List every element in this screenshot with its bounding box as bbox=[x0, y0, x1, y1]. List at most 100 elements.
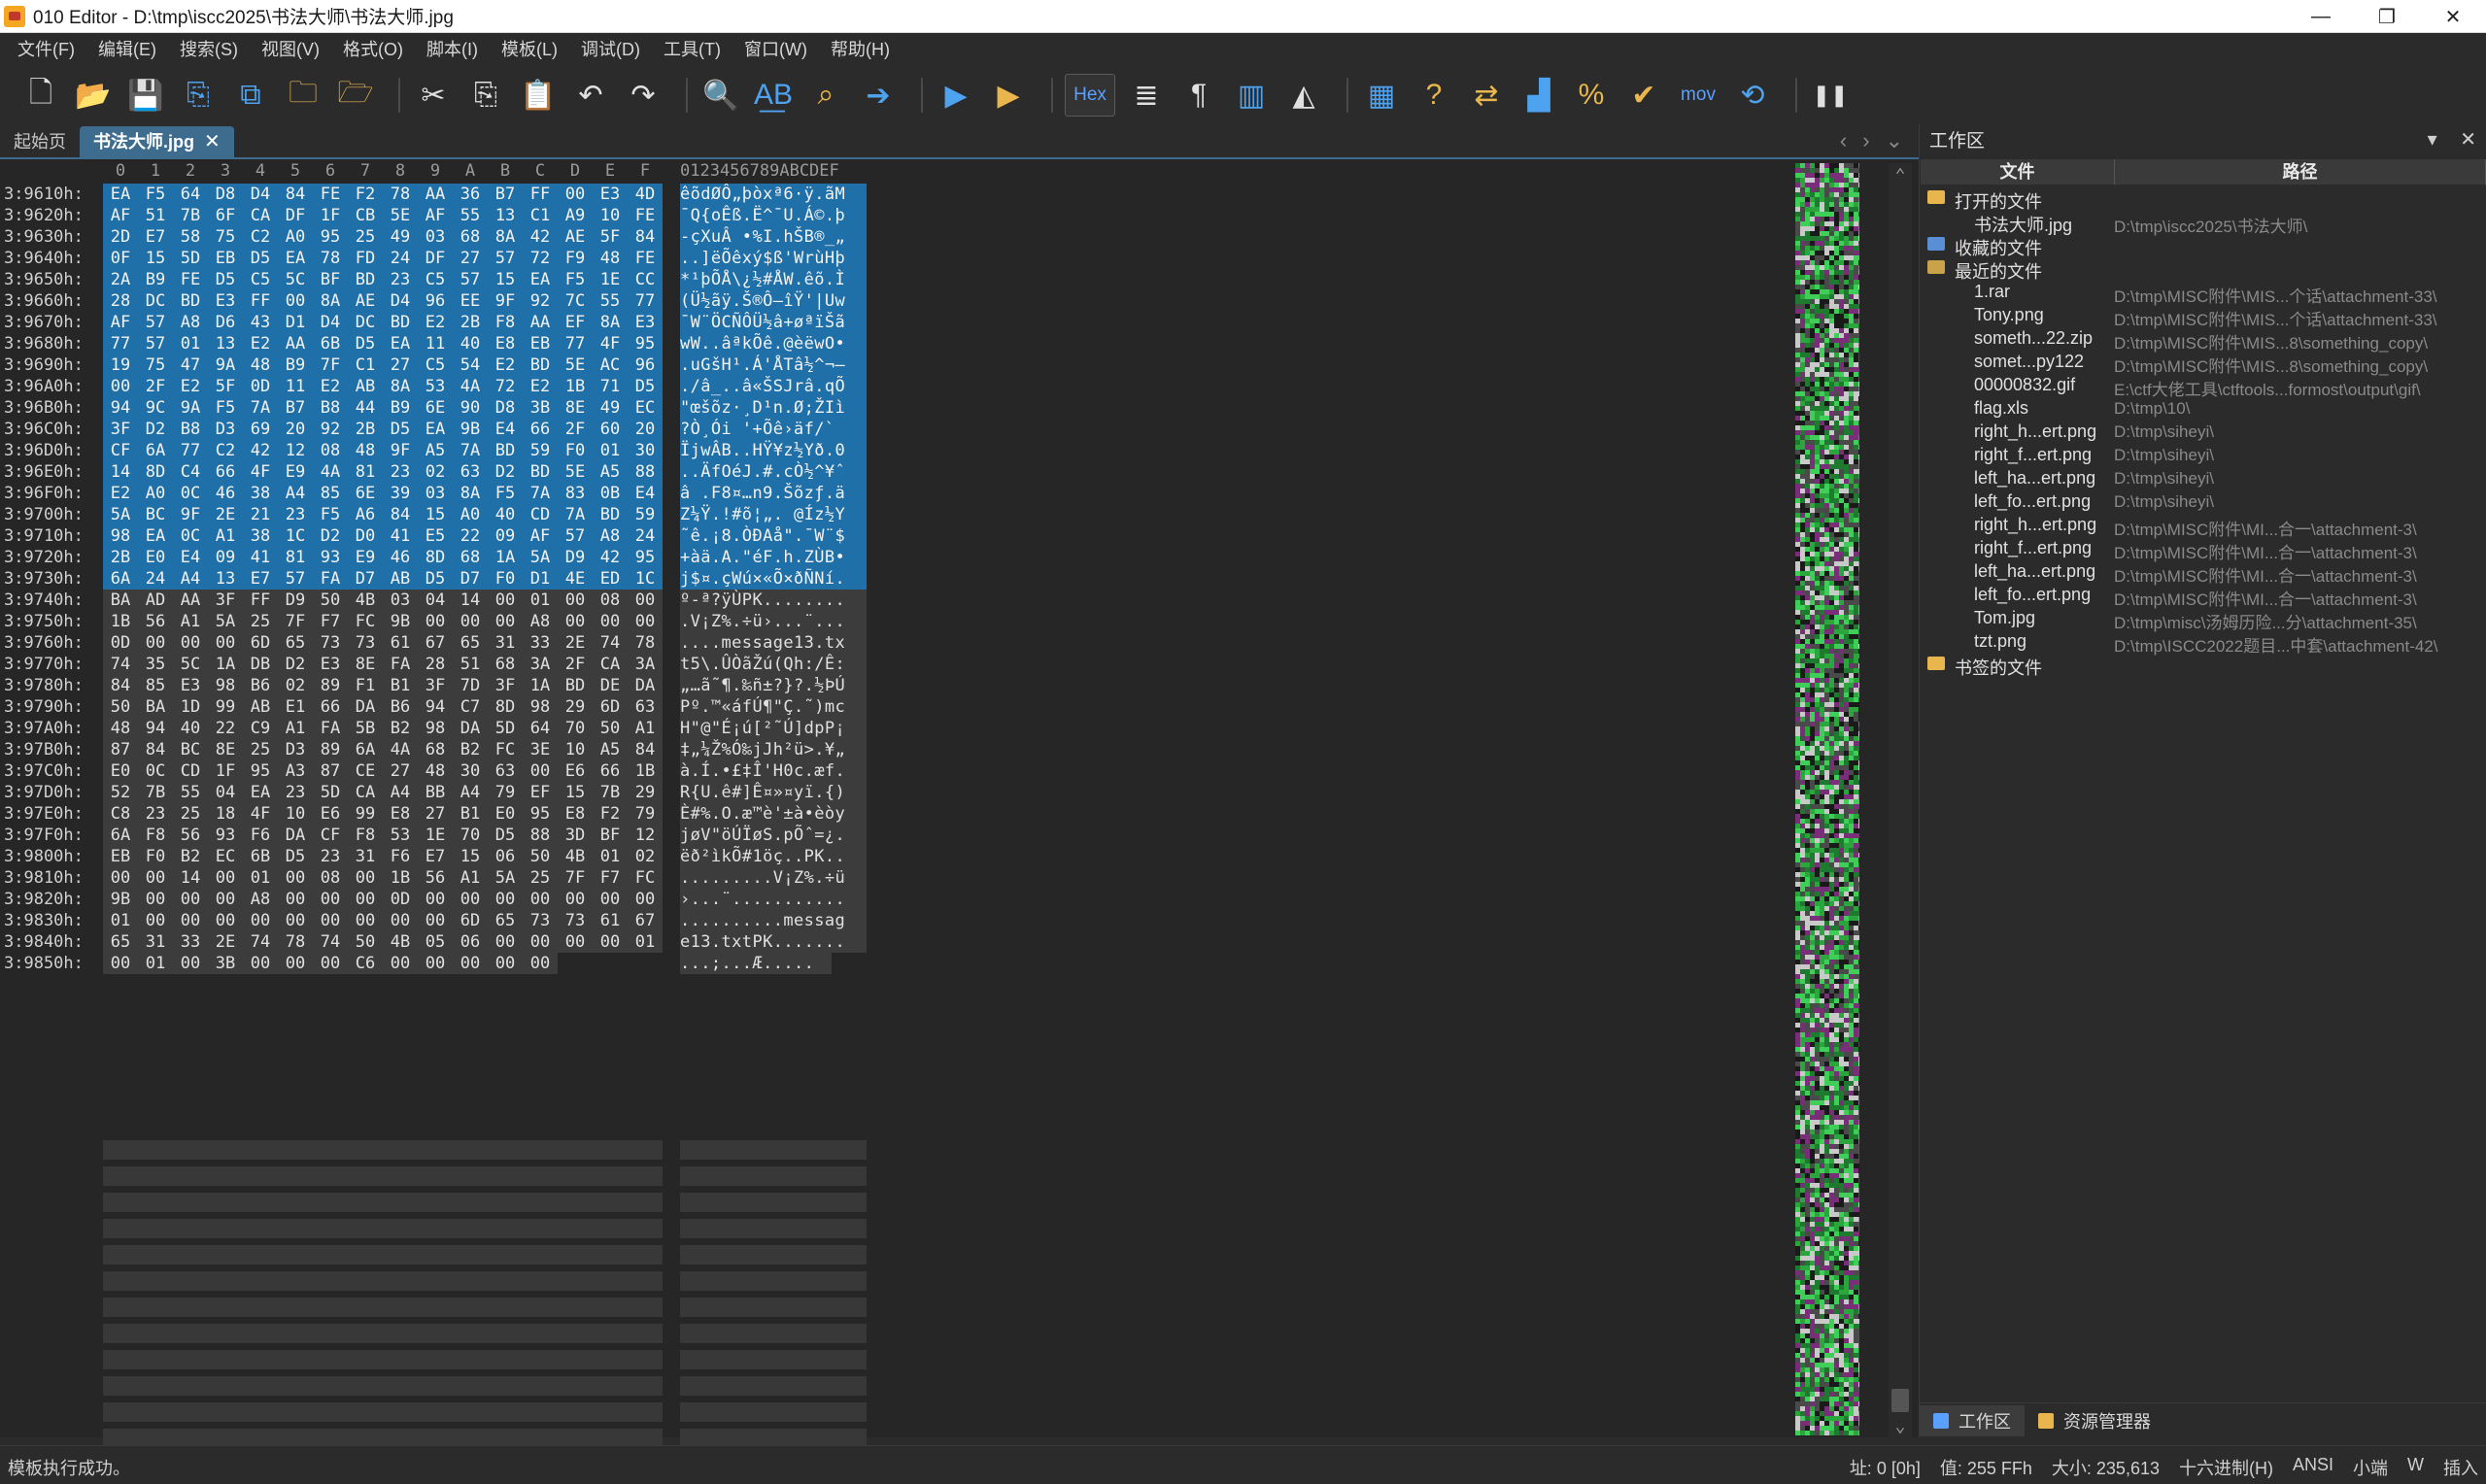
hex-byte[interactable]: E7 bbox=[243, 568, 278, 590]
tab-current-file[interactable]: 书法大师.jpg ✕ bbox=[80, 126, 234, 157]
ascii-text[interactable]: ..]ëÕêxý$ß'WrùHþ bbox=[680, 248, 867, 269]
hex-byte[interactable]: 66 bbox=[208, 461, 243, 483]
hex-byte[interactable]: 0B bbox=[593, 483, 628, 504]
status-encoding[interactable]: ANSI bbox=[2293, 1455, 2333, 1480]
hex-byte[interactable]: ED bbox=[593, 568, 628, 590]
hex-byte[interactable]: 77 bbox=[558, 333, 593, 354]
hex-byte[interactable]: 75 bbox=[208, 226, 243, 248]
hex-byte[interactable]: E6 bbox=[313, 803, 348, 825]
hex-byte[interactable]: 42 bbox=[243, 440, 278, 461]
hex-byte[interactable]: BD bbox=[593, 504, 628, 525]
hex-byte[interactable]: 61 bbox=[383, 632, 418, 654]
hex-byte[interactable]: CD bbox=[523, 504, 558, 525]
hex-byte[interactable]: 85 bbox=[138, 675, 173, 696]
hex-byte[interactable]: 23 bbox=[383, 461, 418, 483]
ascii-text[interactable]: ...;...Æ..... bbox=[680, 953, 832, 974]
hex-bytes[interactable]: 65 31 33 2E 74 78 74 50 4B 05 06 00 00 00 00 01 bbox=[103, 931, 663, 953]
hex-byte[interactable]: 98 bbox=[103, 525, 138, 547]
hex-byte[interactable]: 46 bbox=[383, 547, 418, 568]
hex-byte[interactable]: 53 bbox=[418, 376, 453, 397]
hex-byte[interactable]: D5 bbox=[418, 568, 453, 590]
hex-byte[interactable]: 04 bbox=[418, 590, 453, 611]
hex-byte[interactable]: 00 bbox=[138, 910, 173, 931]
hex-row[interactable]: 3:96E0h: 14 8D C4 66 4F E9 4A 81 23 02 63 D2 BD 5E A5 88… bbox=[0, 461, 874, 483]
hex-byte[interactable]: 0C bbox=[173, 483, 208, 504]
hex-row[interactable]: 3:97F0h: 6A F8 56 93 F6 DA CF F8 53 1E 70 D5 88 3D BF 12… bbox=[0, 825, 874, 846]
menu-templates[interactable]: 模板(L) bbox=[490, 33, 569, 66]
hex-byte[interactable]: 8A bbox=[313, 290, 348, 312]
save-icon[interactable]: 💾 bbox=[124, 74, 167, 117]
file-item[interactable]: flag.xls D:\tmp\10\ bbox=[1920, 396, 2486, 420]
hex-byte[interactable]: FE bbox=[628, 248, 663, 269]
hex-byte[interactable]: 64 bbox=[523, 718, 558, 739]
hex-byte[interactable]: E2 bbox=[488, 354, 523, 376]
hex-byte[interactable]: 73 bbox=[558, 910, 593, 931]
hex-row[interactable]: 3:97C0h: E0 0C CD 1F 95 A3 87 CE 27 48 30 63 00 E6 66 1B… bbox=[0, 760, 874, 782]
hex-byte[interactable]: 57 bbox=[558, 525, 593, 547]
open-project-icon[interactable]: 🗁 bbox=[334, 74, 377, 117]
hex-byte[interactable]: 6B bbox=[243, 846, 278, 867]
hex-byte[interactable]: 90 bbox=[453, 397, 488, 419]
hex-byte[interactable]: C1 bbox=[523, 205, 558, 226]
hex-byte[interactable]: 55 bbox=[173, 782, 208, 803]
hex-byte[interactable]: B9 bbox=[138, 269, 173, 290]
hex-byte[interactable]: 6D bbox=[453, 910, 488, 931]
hex-byte[interactable]: 18 bbox=[208, 803, 243, 825]
hex-byte[interactable]: 0D bbox=[103, 632, 138, 654]
hex-byte[interactable]: 78 bbox=[628, 632, 663, 654]
hex-byte[interactable]: EC bbox=[628, 397, 663, 419]
hex-byte[interactable]: 78 bbox=[313, 248, 348, 269]
hex-byte[interactable]: 47 bbox=[173, 354, 208, 376]
hex-byte[interactable]: D5 bbox=[348, 333, 383, 354]
hex-byte[interactable]: 25 bbox=[173, 803, 208, 825]
hex-byte[interactable]: 95 bbox=[523, 803, 558, 825]
ascii-text[interactable]: êõdØÔ„þòxª6·ÿ.ãM bbox=[680, 184, 867, 205]
hex-byte[interactable]: 1B bbox=[628, 760, 663, 782]
file-item[interactable]: 1.rar D:\tmp\MISC附件\MIS...个话\attachment-3… bbox=[1920, 280, 2486, 306]
hex-byte[interactable]: 00 bbox=[278, 889, 313, 910]
hex-byte[interactable]: D9 bbox=[278, 590, 313, 611]
hex-byte[interactable]: 01 bbox=[593, 440, 628, 461]
hex-byte[interactable]: CA bbox=[593, 654, 628, 675]
hex-byte[interactable]: 9A bbox=[208, 354, 243, 376]
hex-byte[interactable]: 88 bbox=[628, 461, 663, 483]
hex-byte[interactable]: AE bbox=[558, 226, 593, 248]
hex-byte[interactable]: A1 bbox=[173, 611, 208, 632]
hex-byte[interactable]: A5 bbox=[418, 440, 453, 461]
hex-byte[interactable]: 05 bbox=[418, 931, 453, 953]
hex-byte[interactable]: D5 bbox=[383, 419, 418, 440]
file-item[interactable]: right_f...ert.png D:\tmp\MISC附件\MI...合一\a… bbox=[1920, 536, 2486, 562]
checksum-icon[interactable]: % bbox=[1570, 74, 1613, 117]
hex-byte[interactable]: 00 bbox=[488, 611, 523, 632]
hex-row[interactable]: 3:9850h: 00 01 00 3B 00 00 00 C6 00 00 00 00 00...;..… bbox=[0, 953, 874, 974]
menu-debug[interactable]: 调试(D) bbox=[569, 33, 652, 66]
menu-file[interactable]: 文件(F) bbox=[6, 33, 86, 66]
menu-scripts[interactable]: 脚本(I) bbox=[415, 33, 490, 66]
run-template-icon[interactable]: ▶ bbox=[987, 74, 1030, 117]
hex-byte[interactable]: DE bbox=[593, 675, 628, 696]
hex-byte[interactable]: 21 bbox=[243, 504, 278, 525]
hex-byte[interactable]: 5C bbox=[278, 269, 313, 290]
hex-byte[interactable]: EA bbox=[103, 184, 138, 205]
hex-byte[interactable]: 25 bbox=[243, 611, 278, 632]
hex-byte[interactable]: BD bbox=[523, 354, 558, 376]
hex-byte[interactable]: BD bbox=[173, 290, 208, 312]
hex-byte[interactable]: 00 bbox=[348, 889, 383, 910]
hex-byte[interactable]: DA bbox=[348, 696, 383, 718]
hex-byte[interactable]: 3B bbox=[523, 397, 558, 419]
hex-byte[interactable]: 15 bbox=[418, 504, 453, 525]
hex-byte[interactable]: FA bbox=[313, 718, 348, 739]
hex-byte[interactable]: 00 bbox=[138, 889, 173, 910]
hex-byte[interactable]: 58 bbox=[173, 226, 208, 248]
hex-byte[interactable]: AF bbox=[418, 205, 453, 226]
hex-byte[interactable]: A0 bbox=[278, 226, 313, 248]
hex-byte[interactable]: 25 bbox=[523, 867, 558, 889]
hex-byte[interactable]: 5F bbox=[593, 226, 628, 248]
hex-bytes[interactable]: E0 0C CD 1F 95 A3 87 CE 27 48 30 63 00 E6 66 1B bbox=[103, 760, 663, 782]
save-all-icon[interactable]: ⧉ bbox=[229, 74, 272, 117]
hex-byte[interactable]: BD bbox=[488, 440, 523, 461]
hex-byte[interactable]: 74 bbox=[313, 931, 348, 953]
hex-byte[interactable]: BD bbox=[383, 312, 418, 333]
hex-byte[interactable]: 00 bbox=[278, 867, 313, 889]
file-item[interactable]: Tom.jpg D:\tmp\misc\汤姆历险...分\attachment-3… bbox=[1920, 606, 2486, 632]
